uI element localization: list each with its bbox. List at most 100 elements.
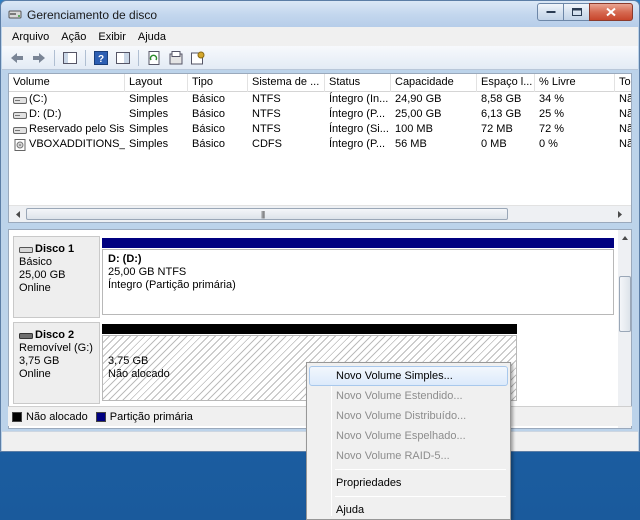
volume-capacity: 100 MB [395, 123, 433, 135]
volume-type: Básico [192, 93, 226, 105]
help-button[interactable]: ? [92, 49, 110, 67]
menu-new-raid5-volume[interactable]: Novo Volume RAID-5... [309, 446, 508, 466]
title-bar[interactable]: Gerenciamento de disco [1, 1, 639, 27]
volume-layout: Simples [129, 123, 169, 135]
volume-name: D: (D:) [29, 108, 62, 120]
volume-free-space: 6,13 GB [481, 108, 522, 120]
settings-button[interactable] [189, 49, 207, 67]
console-tree-button[interactable] [61, 49, 79, 67]
toolbar: ? [2, 46, 638, 70]
disk-2-label[interactable]: Disco 2 Removível (G:) 3,75 GB Online [13, 322, 100, 404]
volume-free-space: 0 MB [481, 138, 507, 150]
volume-percent-free: 25 % [539, 108, 565, 120]
menu-bar: Arquivo Ação Exibir Ajuda [2, 27, 638, 46]
refresh-icon [148, 50, 160, 65]
column-header-status[interactable]: Status [325, 74, 391, 92]
volume-filesystem: CDFS [252, 138, 282, 150]
forward-button[interactable] [30, 49, 48, 67]
horizontal-scroll-thumb[interactable]: ||| [26, 208, 508, 220]
scroll-right-icon[interactable] [613, 208, 627, 221]
menu-exibir[interactable]: Exibir [92, 31, 132, 43]
disk-size: 25,00 GB [19, 269, 66, 281]
menu-new-simple-volume[interactable]: Novo Volume Simples... [309, 366, 508, 386]
primary-partition-bar [102, 238, 614, 248]
toolbar-separator [138, 49, 139, 66]
horizontal-scrollbar[interactable]: ||| [9, 205, 631, 222]
scroll-left-icon[interactable] [11, 208, 25, 221]
context-menu: Novo Volume Simples... Novo Volume Esten… [306, 362, 511, 520]
scroll-up-icon[interactable] [619, 232, 631, 244]
menu-new-mirrored-volume[interactable]: Novo Volume Espelhado... [309, 426, 508, 446]
volume-type: Básico [192, 123, 226, 135]
back-button[interactable] [8, 49, 26, 67]
disk-management-icon [8, 10, 22, 19]
vertical-scroll-thumb[interactable] [619, 276, 631, 332]
toolbar-separator [85, 49, 86, 66]
menu-arquivo[interactable]: Arquivo [6, 31, 55, 43]
close-button[interactable] [589, 3, 633, 21]
volume-filesystem: NTFS [252, 123, 281, 135]
menu-acao[interactable]: Ação [55, 31, 92, 43]
volume-layout: Simples [129, 108, 169, 120]
unallocated-swatch [12, 411, 22, 422]
volume-row[interactable]: VBOXADDITIONS_... Simples Básico CDFS Ín… [9, 137, 631, 152]
volume-capacity: 24,90 GB [395, 93, 442, 105]
column-header-volume[interactable]: Volume [9, 74, 125, 92]
column-header-tolerancia[interactable]: To [615, 74, 631, 92]
volume-type: Básico [192, 138, 226, 150]
volume-percent-free: 72 % [539, 123, 565, 135]
properties-button[interactable] [114, 49, 132, 67]
partition-status: Íntegro (Partição primária) [108, 279, 236, 291]
vertical-scrollbar[interactable] [618, 230, 631, 428]
volume-fault-tolerance: Nã [619, 108, 632, 120]
volume-fault-tolerance: Nã [619, 123, 632, 135]
partition-d[interactable]: D: (D:) 25,00 GB NTFS Íntegro (Partição … [102, 249, 614, 315]
volume-filesystem: NTFS [252, 108, 281, 120]
maximize-button[interactable] [563, 3, 590, 21]
scroll-grip-icon: ||| [261, 210, 265, 219]
legend-unallocated: Não alocado [26, 410, 88, 423]
disk-name: Disco 2 [35, 329, 75, 341]
disk-type: Removível (G:) [19, 342, 93, 354]
export-button[interactable] [167, 49, 185, 67]
volume-fault-tolerance: Nã [619, 138, 632, 150]
column-header-espaco-livre[interactable]: Espaço l... [477, 74, 535, 92]
column-header-layout[interactable]: Layout [125, 74, 188, 92]
drive-icon [13, 96, 27, 104]
column-header-sistema[interactable]: Sistema de ... [248, 74, 325, 92]
column-header-capacidade[interactable]: Capacidade [391, 74, 477, 92]
close-icon [606, 7, 616, 17]
column-header-percent-livre[interactable]: % Livre [535, 74, 615, 92]
menu-new-spanned-volume[interactable]: Novo Volume Estendido... [309, 386, 508, 406]
volume-filesystem: NTFS [252, 93, 281, 105]
menu-new-striped-volume[interactable]: Novo Volume Distribuído... [309, 406, 508, 426]
maximize-icon [571, 8, 582, 16]
console-tree-icon [63, 51, 77, 64]
volume-name: (C:) [29, 93, 48, 105]
unallocated-bar [102, 324, 517, 334]
menu-ajuda[interactable]: Ajuda [132, 31, 172, 43]
disk-size: 3,75 GB [19, 355, 60, 367]
cd-drive-icon [14, 138, 26, 151]
partition-size: 25,00 GB NTFS [108, 266, 187, 278]
properties-icon [116, 51, 130, 64]
legend-primary-partition: Partição primária [109, 410, 193, 423]
menu-separator [335, 496, 506, 497]
disk-icon [19, 246, 33, 253]
column-header-tipo[interactable]: Tipo [188, 74, 248, 92]
settings-icon [191, 51, 205, 64]
back-arrow-icon [11, 52, 23, 63]
menu-properties[interactable]: Propriedades [309, 473, 508, 493]
minimize-button[interactable] [537, 3, 564, 21]
volume-row[interactable]: D: (D:) Simples Básico NTFS Íntegro (P..… [9, 107, 631, 122]
volume-list: Volume Layout Tipo Sistema de ... Status… [8, 73, 632, 223]
disk-1-label[interactable]: Disco 1 Básico 25,00 GB Online [13, 236, 100, 318]
partition-title: D: (D:) [108, 253, 142, 265]
volume-row[interactable]: Reservado pelo Sis... Simples Básico NTF… [9, 122, 631, 137]
volume-row[interactable]: (C:) Simples Básico NTFS Íntegro (In... … [9, 92, 631, 107]
volume-status: Íntegro (Si... [329, 123, 389, 135]
menu-help[interactable]: Ajuda [309, 500, 508, 520]
volume-status: Íntegro (In... [329, 93, 389, 105]
volume-name: Reservado pelo Sis... [29, 123, 125, 135]
refresh-button[interactable] [145, 49, 163, 67]
